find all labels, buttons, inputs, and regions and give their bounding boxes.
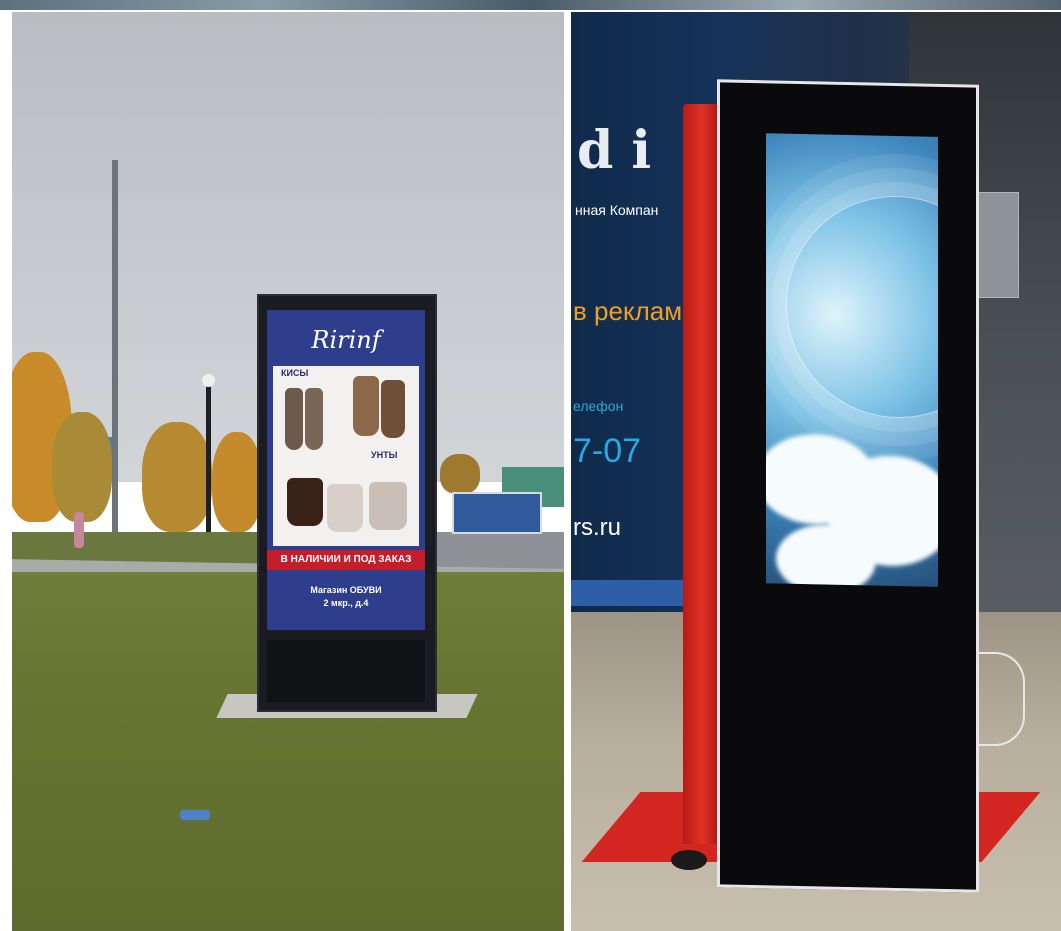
autumn-tree — [52, 412, 112, 522]
indoor-kiosk-photo: di нная Компан в реклам елефон 7-07 rs.r… — [571, 12, 1061, 931]
top-photo-strip — [0, 0, 1061, 10]
outdoor-advertising-kiosk: Ririnf КИСЫ УНТЫ В НАЛИЧИИ И ПОД ЗАКАЗ М… — [257, 294, 437, 712]
banner-logo-text: di — [577, 120, 670, 181]
poster-shop-line2: 2 мкр., д.4 — [323, 598, 369, 608]
banner-company-text: нная Компан — [575, 202, 659, 218]
outdoor-kiosk-photo: Ririnf КИСЫ УНТЫ В НАЛИЧИИ И ПОД ЗАКАЗ М… — [12, 12, 564, 931]
lamp-globe — [202, 374, 215, 387]
computer-mouse — [671, 850, 707, 870]
boot-image — [327, 484, 363, 532]
screen-image-spider-web — [766, 133, 938, 587]
autumn-tree — [440, 454, 480, 494]
street-light-pole — [112, 160, 118, 570]
banner-phone-label: елефон — [573, 398, 624, 414]
boot-image — [305, 388, 323, 450]
electrical-box — [975, 192, 1019, 298]
autumn-tree — [212, 432, 262, 532]
boot-image — [287, 478, 323, 526]
poster-label-kisy: КИСЫ — [281, 368, 309, 378]
poster-shop-info: Магазин ОБУВИ 2 мкр., д.4 — [267, 584, 425, 610]
banner-phone-number: 7-07 — [573, 432, 642, 470]
poster-brand-logo: Ririnf — [311, 326, 381, 354]
power-cable — [971, 652, 1025, 746]
poster-product-area: КИСЫ УНТЫ — [273, 366, 419, 546]
pedestrian — [74, 512, 84, 548]
boot-image — [285, 388, 303, 450]
banner-website: rs.ru — [573, 514, 621, 541]
poster-label-unty: УНТЫ — [371, 450, 398, 460]
poster: Ririnf КИСЫ УНТЫ В НАЛИЧИИ И ПОД ЗАКАЗ М… — [267, 310, 425, 630]
autumn-tree — [142, 422, 212, 532]
kiosk-red-post — [683, 104, 721, 844]
digital-signage-screen — [717, 79, 979, 893]
truck — [452, 492, 542, 534]
boot-image — [353, 376, 379, 436]
kiosk-lower-panel — [267, 640, 425, 702]
litter — [180, 810, 210, 820]
boot-image — [369, 482, 407, 530]
poster-shop-line1: Магазин ОБУВИ — [310, 585, 382, 595]
spider-web — [786, 193, 938, 421]
poster-tagline: В НАЛИЧИИ И ПОД ЗАКАЗ — [280, 554, 412, 565]
banner-slogan-text: в реклам — [573, 296, 683, 326]
boot-image — [381, 380, 405, 438]
